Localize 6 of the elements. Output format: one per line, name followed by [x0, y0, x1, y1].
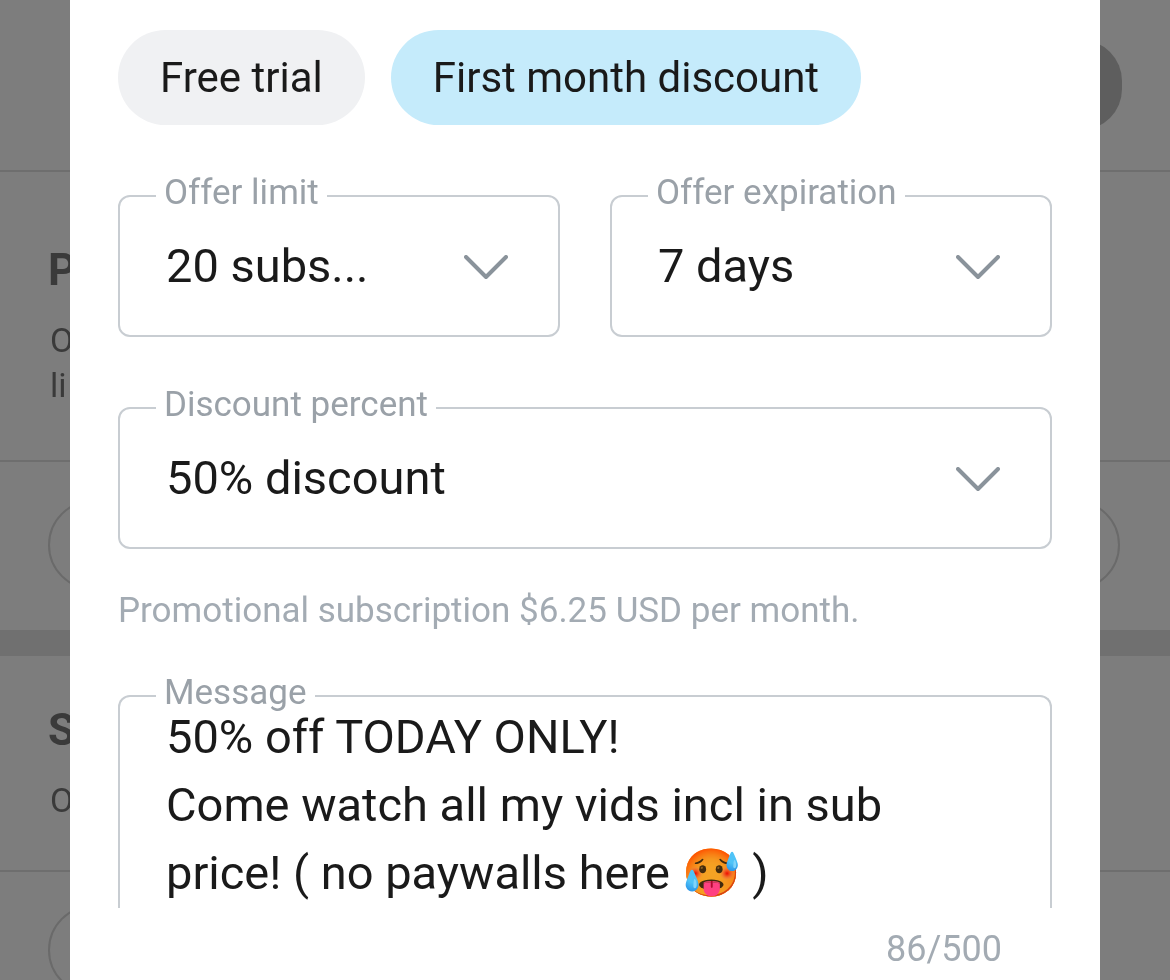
field-value: 50% discount — [166, 448, 446, 507]
helper-text: Promotional subscription $6.25 USD per month. — [118, 591, 861, 631]
character-counter: 86/500 — [886, 927, 1002, 972]
field-value: 20 subs... — [166, 236, 369, 295]
background-text: li — [50, 368, 67, 402]
field-value: 7 days — [658, 236, 795, 295]
